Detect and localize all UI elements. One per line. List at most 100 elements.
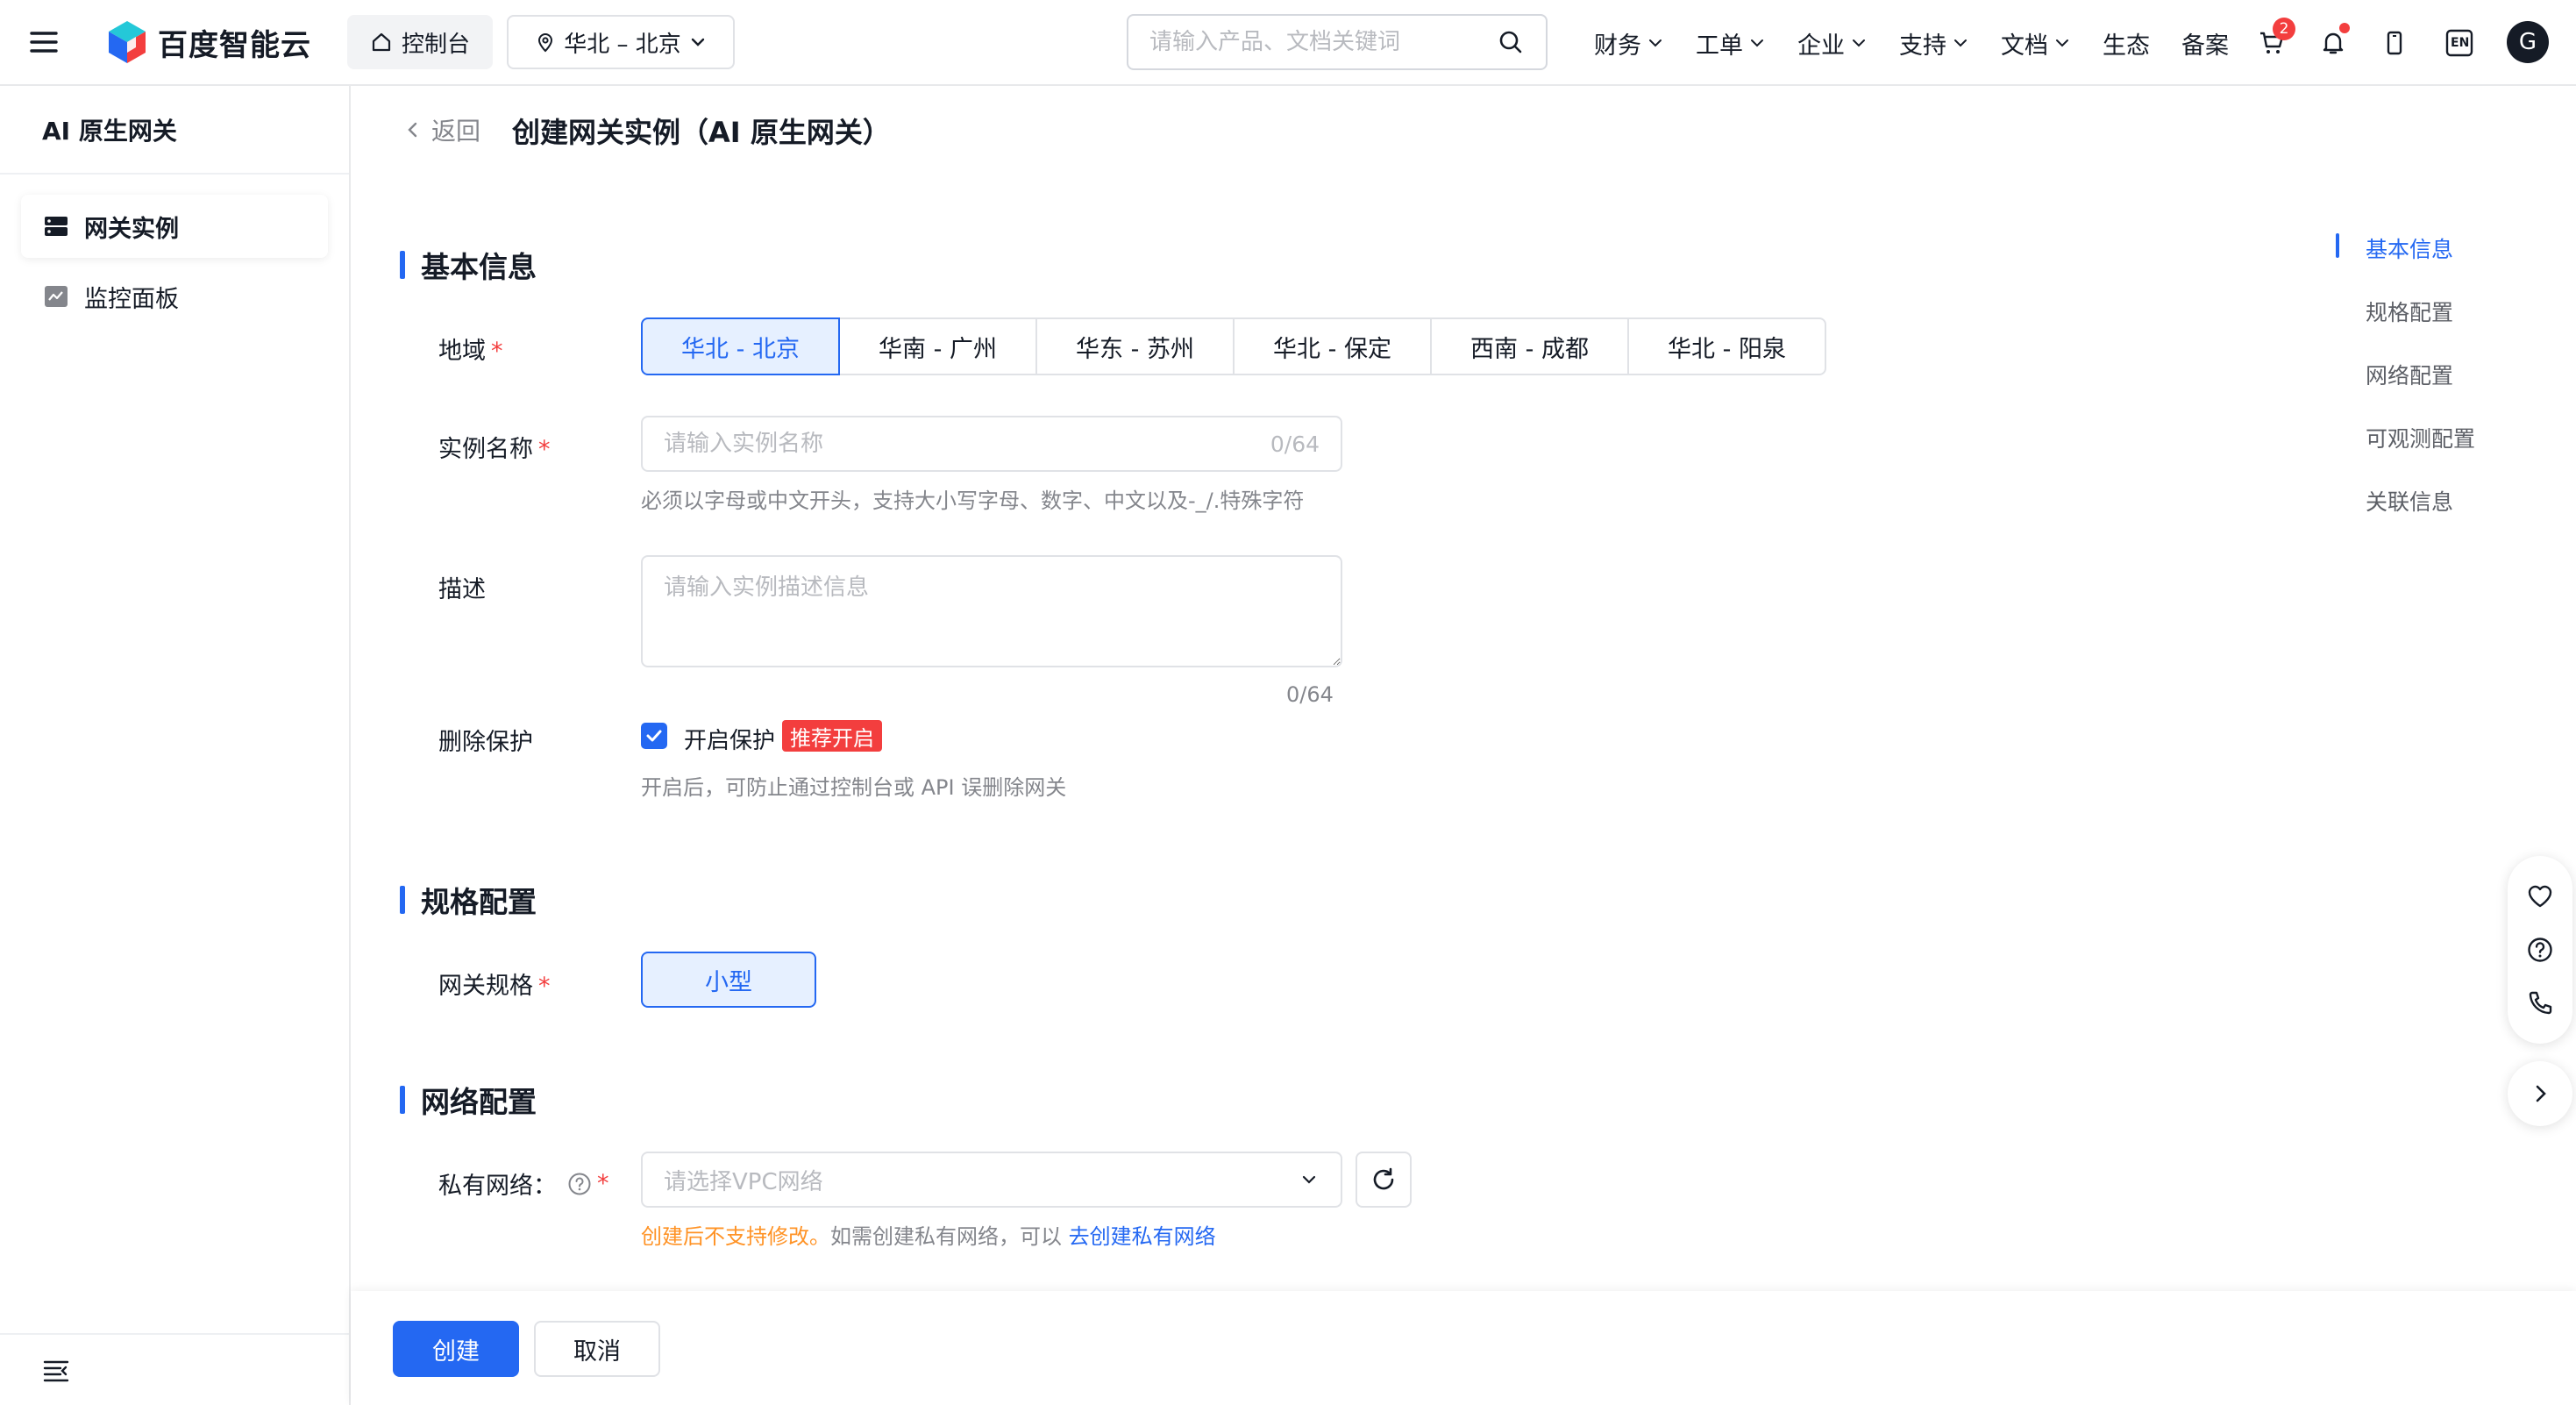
name-char-counter: 0/64 [1270,431,1320,457]
nav-item-label: 文档 [2001,32,2048,60]
recommend-tag: 推荐开启 [782,720,882,752]
protect-hint: 开启后，可防止通过控制台或 API 误删除网关 [641,775,1067,800]
anchor-related-info[interactable]: 关联信息 [2366,485,2453,517]
nav-item-label: 生态 [2103,32,2150,60]
chevron-down-icon [1853,39,1865,47]
language-label: EN [2451,36,2470,50]
chevron-down-icon [1751,39,1763,47]
instance-name-field: 0/64 [641,416,1342,472]
region-tab[interactable]: 华东 - 苏州 [1035,317,1235,375]
region-tab[interactable]: 华北 - 阳泉 [1627,317,1826,375]
required-mark: * [597,1170,609,1197]
top-navbar: 百度智能云 控制台 华北 – 北京 财务 工单 企业 支持 文档 生态 备案 2 EN G [0,0,2576,86]
sidebar-item-gateway-instance[interactable]: 网关实例 [21,195,328,258]
search-input[interactable] [1149,29,1465,55]
notification-button[interactable] [2315,23,2352,61]
help-circle-icon[interactable] [2523,932,2558,967]
console-button[interactable]: 控制台 [347,15,493,69]
region-tab[interactable]: 华南 - 广州 [838,317,1037,375]
nav-item[interactable]: 备案 [2166,21,2245,65]
phone-icon[interactable] [2523,986,2558,1021]
footer-bar [351,1291,2576,1405]
mobile-icon [2387,31,2402,55]
nav-item-label: 企业 [1797,32,1845,60]
sidebar-title: AI 原生网关 [42,117,177,146]
anchor-spec-config[interactable]: 规格配置 [2366,296,2453,327]
nav-item-label: 支持 [1899,32,1946,60]
chevron-down-icon [2056,39,2068,47]
vpc-placeholder: 请选择VPC网络 [664,1168,823,1195]
spec-small-option[interactable]: 小型 [641,952,816,1008]
chevron-down-icon [1302,1175,1316,1184]
notification-dot [2339,23,2350,33]
language-button[interactable]: EN [2441,25,2478,61]
sidebar-item-monitor-panel[interactable]: 监控面板 [21,265,328,328]
region-tab[interactable]: 华北 - 北京 [641,317,840,375]
cart-button[interactable]: 2 [2253,18,2295,61]
sidebar-item-label: 监控面板 [84,285,179,313]
avatar[interactable]: G [2507,21,2549,63]
protect-field-label: 删除保护 [438,723,533,757]
section-marker [400,251,405,279]
back-label: 返回 [431,117,481,146]
logo-text: 百度智能云 [158,27,311,63]
protect-label-text: 删除保护 [438,729,533,756]
vpc-select[interactable]: 请选择VPC网络 [641,1152,1342,1208]
search-box [1127,14,1548,70]
vpc-hint: 创建后不支持修改。如需创建私有网络，可以 去创建私有网络 [641,1219,1216,1250]
required-mark: * [491,338,503,365]
anchor-basic-info[interactable]: 基本信息 [2366,232,2453,264]
collapse-sidebar-icon[interactable] [42,1358,70,1382]
baidu-cloud-logo[interactable]: 百度智能云 [105,18,311,67]
region-selector[interactable]: 华北 – 北京 [507,15,735,69]
chevron-right-icon [2536,1085,2546,1102]
section-marker [400,1086,405,1114]
nav-item[interactable]: 工单 [1680,21,1782,65]
vpc-field-label: 私有网络： * [438,1166,609,1201]
mobile-button[interactable] [2376,25,2413,61]
create-button[interactable]: 创建 [393,1321,519,1377]
sidebar-bottom-divider [0,1333,349,1335]
expand-toolbar-button[interactable] [2508,1061,2572,1126]
region-field-label: 地域 * [438,332,503,366]
delete-protect-label[interactable]: 开启保护 [684,723,775,755]
region-label-text: 地域 [438,338,486,365]
nav-item[interactable]: 文档 [1985,21,2087,65]
delete-protect-checkbox[interactable] [641,723,667,749]
sidebar-item-label: 网关实例 [84,215,179,243]
nav-item-label: 工单 [1696,32,1743,60]
favorite-icon[interactable] [2523,879,2558,914]
section-marker [400,886,405,914]
top-nav-menu: 财务 工单 企业 支持 文档 生态 备案 [1578,21,2245,65]
help-icon[interactable] [567,1172,592,1196]
description-textarea[interactable] [641,555,1342,667]
anchor-observability-config[interactable]: 可观测配置 [2366,422,2475,453]
nav-item[interactable]: 财务 [1578,21,1680,65]
nav-item[interactable]: 支持 [1883,21,1985,65]
region-tab[interactable]: 西南 - 成都 [1430,317,1629,375]
region-label: 华北 – 北京 [564,31,681,58]
spec-field-label: 网关规格 * [438,966,551,1001]
anchor-active-indicator [2336,233,2339,258]
server-icon [45,217,68,236]
back-button[interactable]: 返回 [403,112,480,147]
region-tab[interactable]: 华北 - 保定 [1233,317,1432,375]
required-mark: * [538,436,551,463]
logo-icon [109,21,146,63]
refresh-vpc-button[interactable] [1356,1152,1412,1208]
nav-item[interactable]: 生态 [2087,21,2166,65]
section-title: 网络配置 [421,1085,537,1119]
vpc-hint-warning: 创建后不支持修改。 [641,1224,830,1249]
cancel-button[interactable]: 取消 [534,1321,660,1377]
location-icon [538,33,553,53]
nav-item[interactable]: 企业 [1782,21,1883,65]
menu-icon[interactable] [26,25,61,60]
section-network-config: 网络配置 [400,1079,537,1121]
spec-label-text: 网关规格 [438,973,533,1000]
page-title: 创建网关实例（AI 原生网关） [512,116,891,149]
anchor-network-config[interactable]: 网络配置 [2366,359,2453,390]
desc-label-text: 描述 [438,576,486,603]
instance-name-input[interactable] [664,431,1242,457]
search-icon[interactable] [1497,28,1525,56]
create-vpc-link[interactable]: 去创建私有网络 [1069,1224,1216,1249]
